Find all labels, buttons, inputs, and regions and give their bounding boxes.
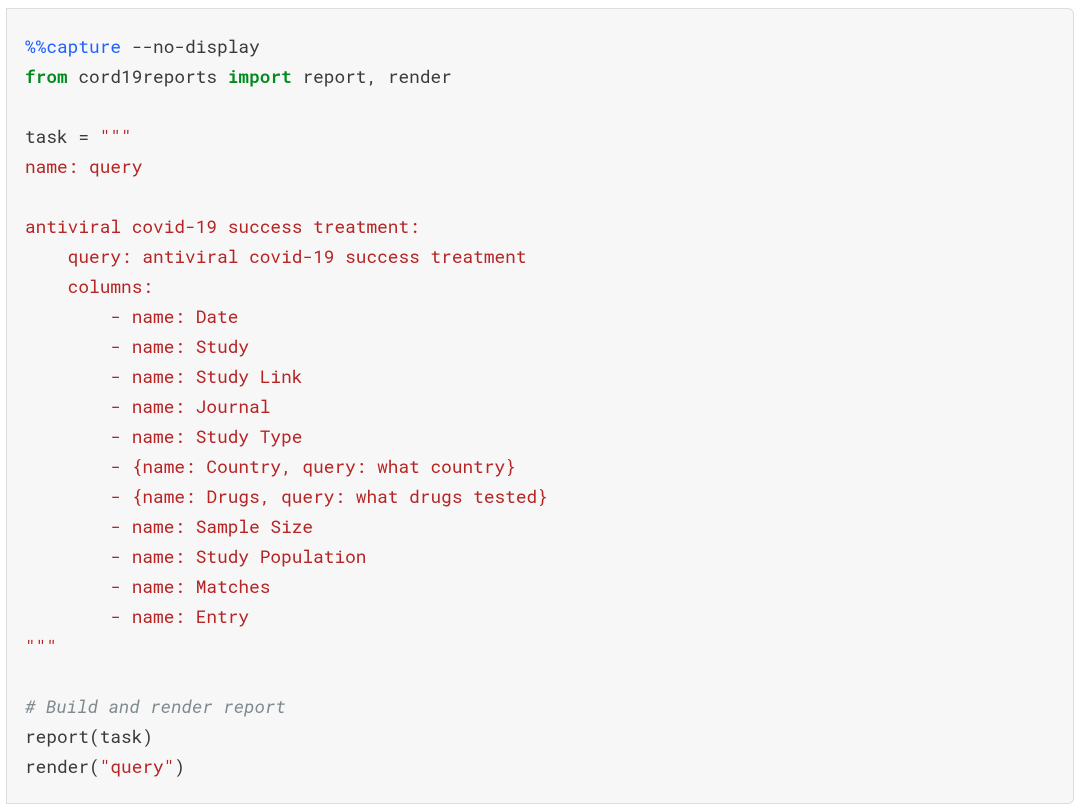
call-render-close: )	[174, 754, 185, 778]
code-block[interactable]: %%capture --no-display from cord19report…	[25, 31, 1055, 781]
assign-eq: =	[78, 124, 89, 148]
assign-lhs: task	[25, 124, 78, 148]
code-cell: %%capture --no-display from cord19report…	[6, 8, 1074, 804]
call-report: report(task)	[25, 724, 153, 748]
magic-args: --no-display	[121, 34, 260, 58]
comment-line: # Build and render report	[25, 694, 286, 718]
kw-import: import	[228, 64, 292, 88]
call-render-arg: "query"	[100, 754, 175, 778]
triple-quote-open: """	[89, 124, 132, 148]
kw-from: from	[25, 64, 68, 88]
yaml-string-body: name: query antiviral covid-19 success t…	[25, 154, 548, 628]
module-name: cord19reports	[68, 64, 228, 88]
import-names: report, render	[292, 64, 452, 88]
magic-command: %%capture	[25, 34, 121, 58]
triple-quote-close: """	[25, 634, 57, 658]
call-render-fn: render(	[25, 754, 100, 778]
